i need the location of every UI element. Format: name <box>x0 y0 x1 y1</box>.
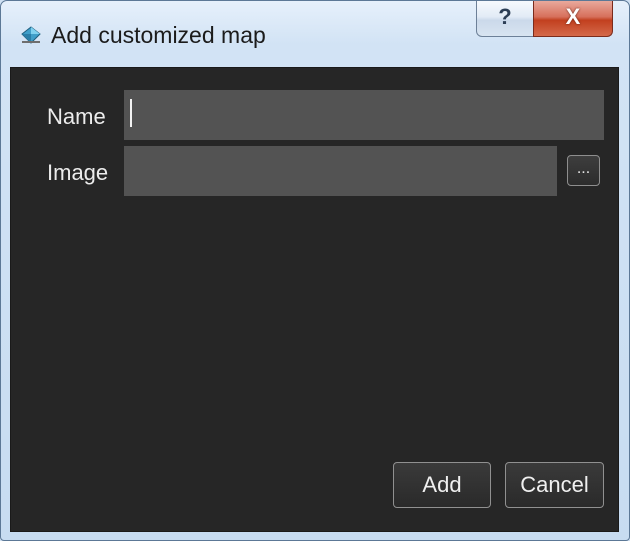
ellipsis-icon: ... <box>576 160 591 177</box>
close-icon: X <box>565 4 581 29</box>
title-bar[interactable]: Add customized map ? X <box>1 1 629 67</box>
add-button[interactable]: Add <box>393 462 491 508</box>
app-icon <box>21 26 41 44</box>
help-icon: ? <box>498 4 512 29</box>
name-field[interactable] <box>124 90 604 140</box>
cancel-button-label: Cancel <box>520 472 589 497</box>
help-button[interactable]: ? <box>476 1 534 37</box>
dialog-window: Add customized map ? X Name Image ... Ad… <box>0 0 630 541</box>
dialog-content: Name Image ... Add Cancel <box>10 67 619 532</box>
name-label: Name <box>47 104 106 129</box>
cancel-button[interactable]: Cancel <box>505 462 604 508</box>
image-field[interactable] <box>124 146 557 196</box>
text-caret <box>130 99 132 127</box>
browse-button[interactable]: ... <box>567 155 600 186</box>
add-button-label: Add <box>422 472 462 497</box>
image-label: Image <box>47 160 109 185</box>
window-title: Add customized map <box>51 22 266 48</box>
close-button[interactable]: X <box>533 1 613 37</box>
